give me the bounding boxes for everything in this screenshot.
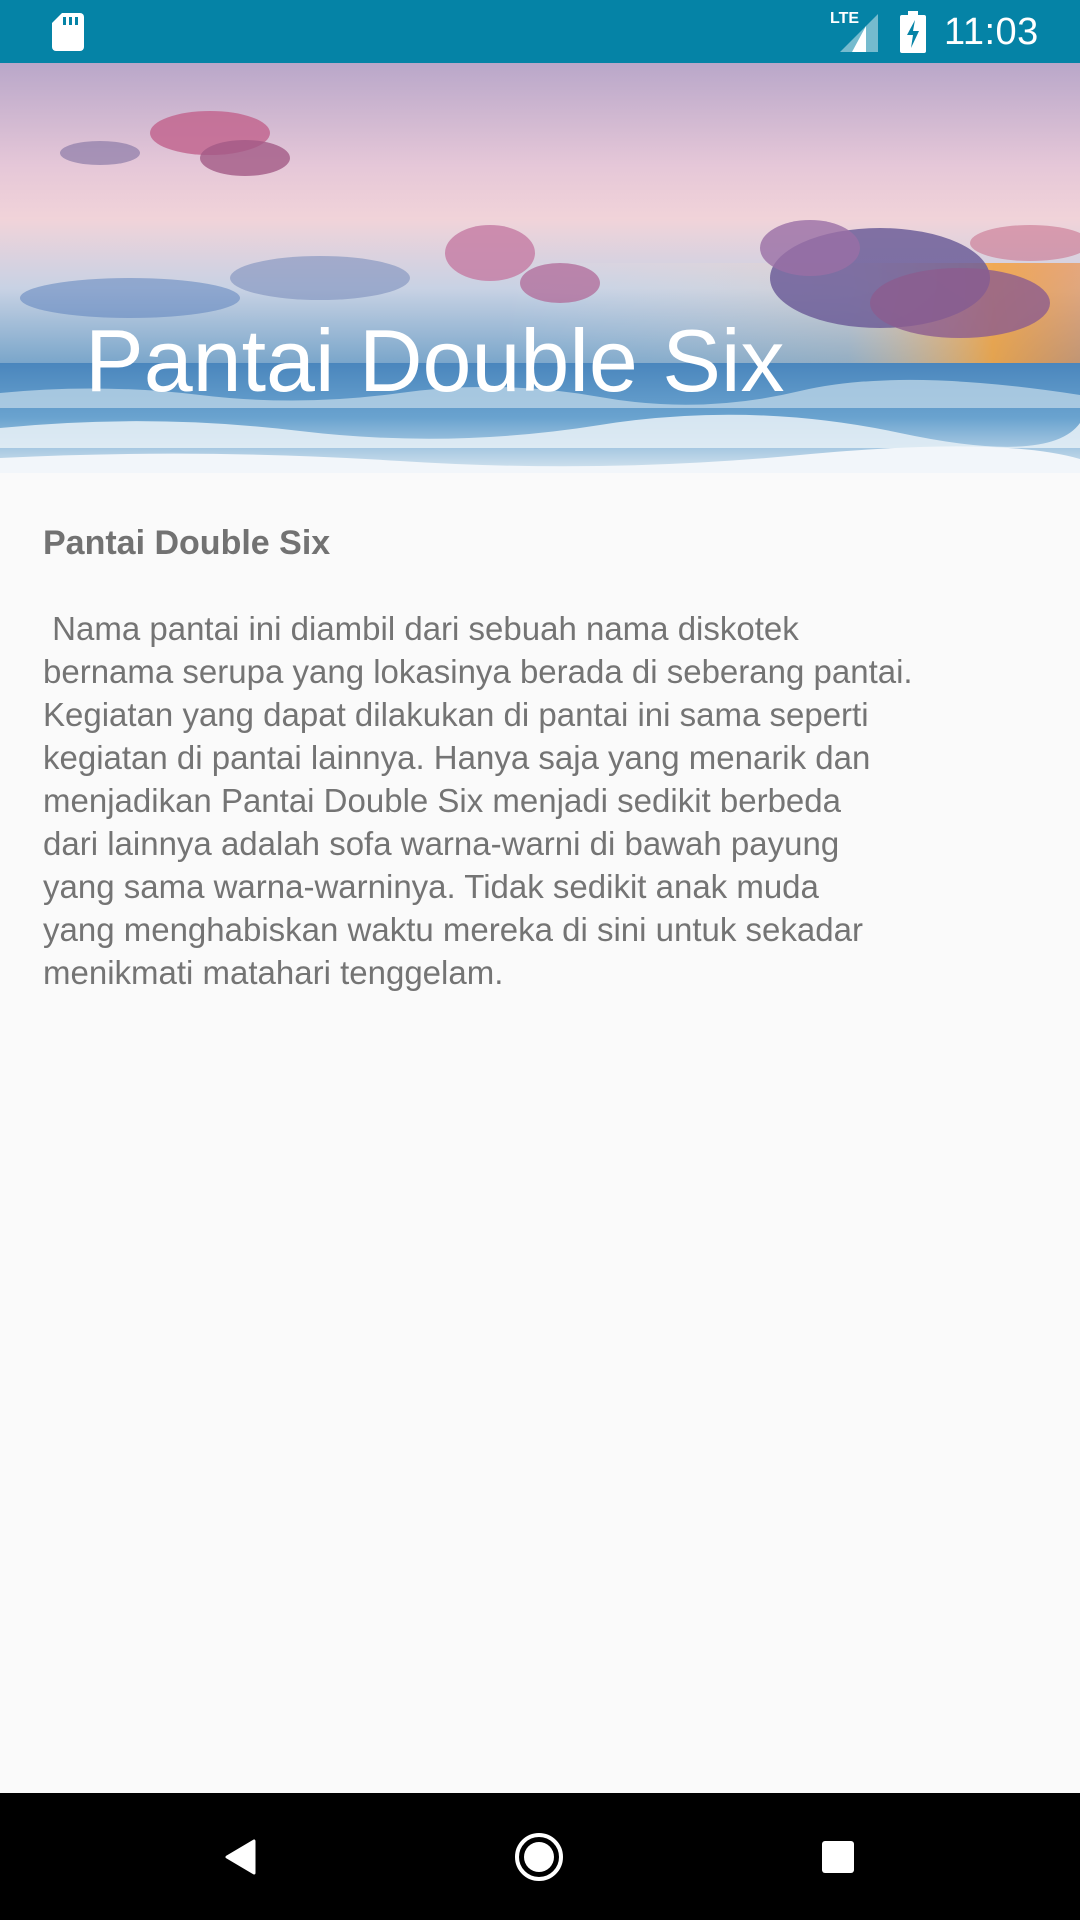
beach-sunset-image — [0, 111, 1080, 473]
header-title: Pantai Double Six — [85, 311, 785, 410]
sd-card-icon — [52, 13, 84, 51]
network-type-label: LTE — [830, 10, 860, 27]
home-icon — [515, 1833, 563, 1881]
content-area: Pantai Double Six Nama pantai ini diambi… — [0, 473, 1080, 1793]
header-image: Pantai Double Six — [0, 63, 1080, 473]
navigation-bar — [0, 1793, 1080, 1920]
home-button[interactable] — [499, 1823, 579, 1891]
back-icon — [225, 1839, 256, 1875]
recents-icon — [822, 1841, 854, 1873]
content-description: Nama pantai ini diambil dari sebuah nama… — [43, 610, 913, 991]
recents-button[interactable] — [798, 1823, 878, 1891]
back-button[interactable] — [200, 1823, 280, 1891]
app-screen: LTE 11:03 Pantai Double Six Pantai Doubl… — [0, 0, 1080, 1920]
content-title: Pantai Double Six — [43, 524, 331, 562]
status-bar: LTE 11:03 — [0, 0, 1080, 63]
battery-charging-icon — [900, 11, 926, 53]
status-clock: 11:03 — [944, 11, 1039, 53]
